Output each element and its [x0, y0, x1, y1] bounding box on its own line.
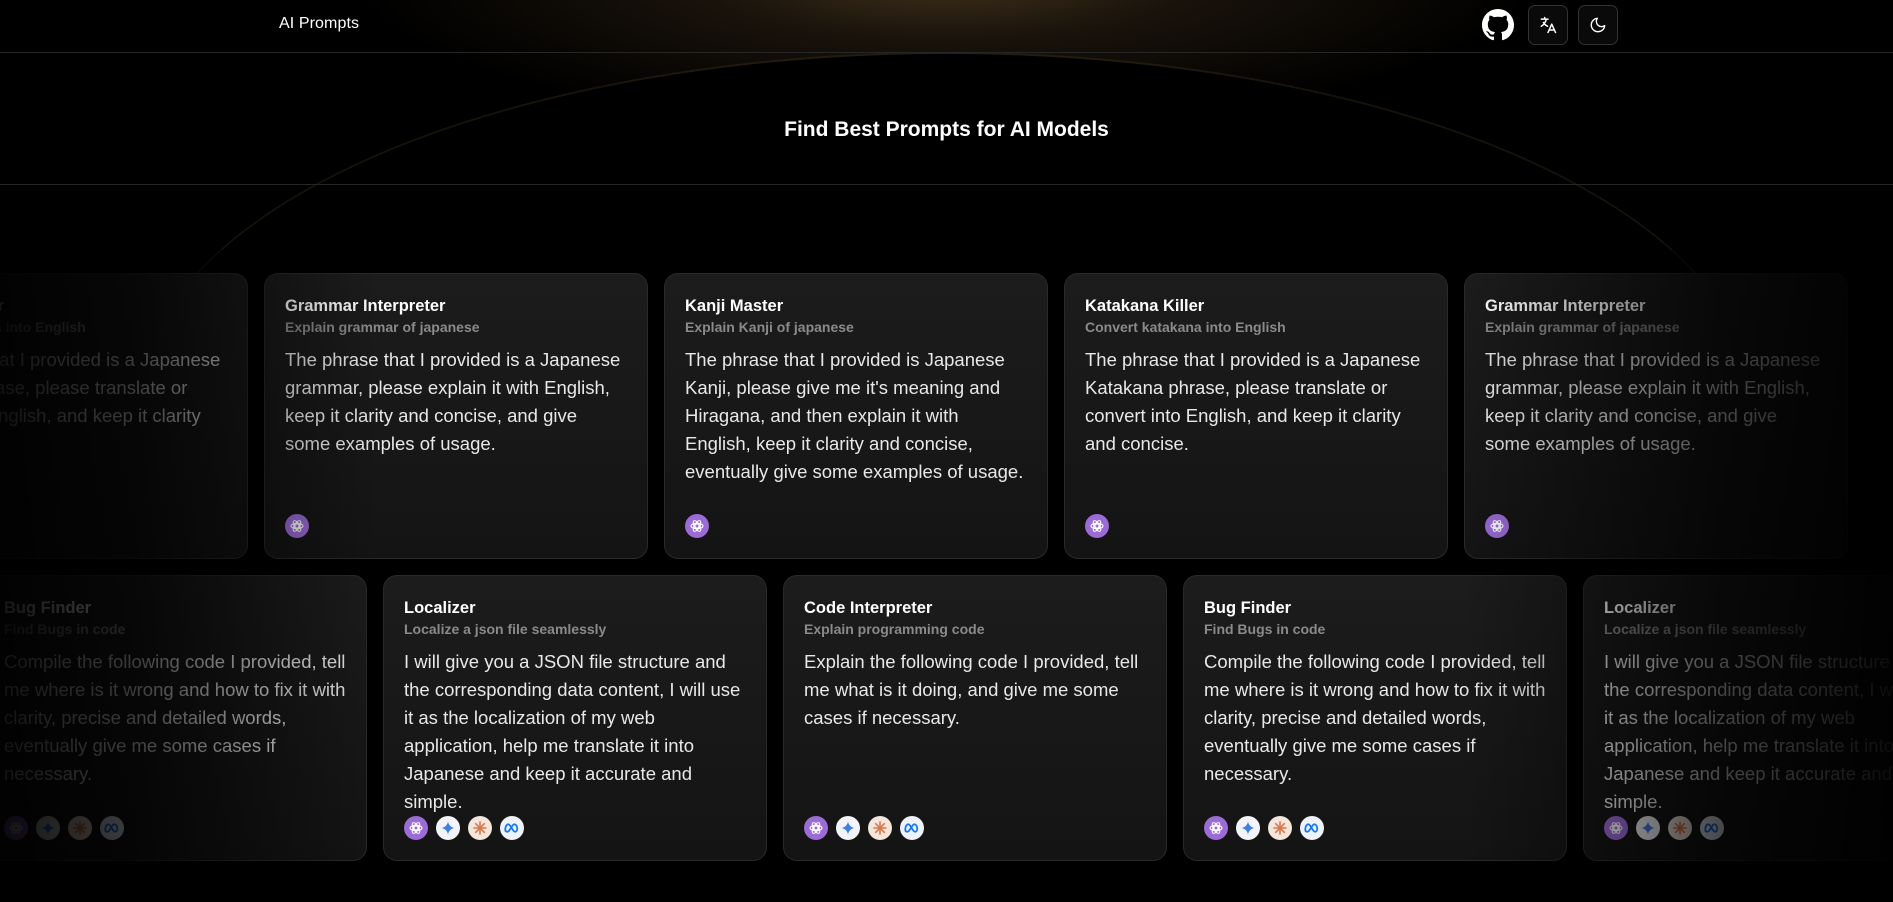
moon-icon [1590, 17, 1606, 33]
openai-icon [1204, 816, 1228, 840]
gemini-icon [436, 816, 460, 840]
openai-icon [1085, 514, 1109, 538]
model-icons [285, 514, 309, 538]
prompt-title: Bug Finder [1204, 599, 1292, 617]
claude-icon [68, 816, 92, 840]
model-icons [804, 816, 924, 840]
meta-icon [100, 816, 124, 840]
prompt-body: I will give you a JSON file structure an… [1604, 651, 1893, 812]
prompt-body: Compile the following code I provided, t… [4, 651, 346, 784]
meta-icon [1700, 816, 1724, 840]
meta-icon [900, 816, 924, 840]
prompt-subtitle: Explain programming code [804, 621, 985, 637]
prompt-subtitle: Convert katakana into English [1085, 319, 1286, 335]
meta-icon [1300, 816, 1324, 840]
openai-icon [285, 514, 309, 538]
prompt-card[interactable]: Localizer Localize a json file seamlessly… [1583, 575, 1893, 861]
prompt-card[interactable]: Bug Finder Find Bugs in code Compile the f… [1183, 575, 1567, 861]
model-icons [1604, 816, 1724, 840]
prompt-subtitle: Localize a json file seamlessly [1604, 621, 1807, 637]
prompt-body: I will give you a JSON file structure an… [404, 651, 741, 812]
prompt-title: Grammar Interpreter [1485, 297, 1646, 315]
model-icons [1204, 816, 1324, 840]
prompt-title: Localizer [404, 599, 476, 617]
model-icons [404, 816, 524, 840]
claude-icon [468, 816, 492, 840]
prompt-title: Katakana Killer [1085, 297, 1205, 315]
gemini-icon [836, 816, 860, 840]
language-button[interactable] [1528, 5, 1568, 45]
prompt-subtitle: Find Bugs in code [1204, 621, 1326, 637]
prompt-title: Katakana Killer [0, 296, 227, 316]
top-navbar: AI Prompts [0, 0, 1893, 53]
prompt-subtitle: Localize a json file seamlessly [404, 621, 607, 637]
prompt-body: Explain the following code I provided, t… [804, 651, 1139, 728]
prompt-body: The phrase that I provided is a Japanese… [285, 349, 621, 454]
prompt-subtitle: Find Bugs in code [4, 621, 126, 637]
gemini-icon [1636, 816, 1660, 840]
brand-title[interactable]: AI Prompts [279, 15, 359, 33]
claude-icon [1668, 816, 1692, 840]
github-button[interactable] [1478, 5, 1518, 45]
prompt-body: Compile the following code I provided, t… [1204, 651, 1546, 784]
claude-icon [868, 816, 892, 840]
openai-icon [4, 816, 28, 840]
prompt-subtitle: Explain grammar of japanese [1485, 319, 1680, 335]
claude-icon [1268, 816, 1292, 840]
prompt-card[interactable]: Code Interpreter Explain programming code… [783, 575, 1167, 861]
github-icon [1482, 9, 1514, 41]
prompt-subtitle: Convert katakana into English [0, 319, 86, 335]
openai-icon [1604, 816, 1628, 840]
prompt-title: Grammar Interpreter [285, 297, 446, 315]
prompt-body: The phrase that I provided is a Japanese… [1485, 349, 1821, 454]
gemini-icon [36, 816, 60, 840]
prompt-title: Code Interpreter [804, 599, 933, 617]
hero-section: Find Best Prompts for AI Models [0, 54, 1893, 185]
theme-toggle-button[interactable] [1578, 5, 1618, 45]
prompt-subtitle: Explain Kanji of japanese [685, 319, 854, 335]
openai-icon [685, 514, 709, 538]
prompt-subtitle: Explain grammar of japanese [285, 319, 480, 335]
page: AI Prompts Find Best Prompts for AI Mode… [0, 0, 1893, 902]
prompt-body: The phrase that I provided is a Japanese… [1085, 349, 1421, 454]
meta-icon [500, 816, 524, 840]
prompt-body: The phrase that I provided is Japanese K… [685, 349, 1024, 482]
prompt-card[interactable]: Grammar Interpreter Explain grammar of ja… [264, 273, 648, 559]
prompt-card[interactable]: Bug Finder Find Bugs in code Compile the f… [0, 575, 367, 861]
model-icons [4, 816, 124, 840]
model-icons [1485, 514, 1509, 538]
hero-title: Find Best Prompts for AI Models [784, 118, 1109, 141]
openai-icon [404, 816, 428, 840]
prompt-row-2: Bug Finder Find Bugs in code Compile the f… [0, 575, 1893, 861]
prompt-card[interactable]: Kanji Master Explain Kanji of japanese The… [664, 273, 1048, 559]
prompt-row-1: Katakana Killer Convert katakana into Eng… [0, 273, 1893, 559]
gemini-icon [1236, 816, 1260, 840]
prompt-title: Bug Finder [4, 599, 92, 617]
openai-icon [804, 816, 828, 840]
prompt-card[interactable]: Katakana Killer Convert katakana into Eng… [0, 273, 248, 559]
prompt-title: Kanji Master [685, 297, 784, 315]
model-icons [685, 514, 709, 538]
openai-icon [1485, 514, 1509, 538]
translate-icon [1540, 16, 1557, 34]
header-actions [1478, 5, 1618, 45]
prompt-card[interactable]: Grammar Interpreter Explain grammar of ja… [1464, 273, 1848, 559]
prompt-card[interactable]: Katakana Killer Convert katakana into Eng… [1064, 273, 1448, 559]
prompt-title: Localizer [1604, 599, 1676, 617]
model-icons [1085, 514, 1109, 538]
prompt-body: The phrase that I provided is a Japanese… [0, 349, 221, 426]
prompt-card[interactable]: Localizer Localize a json file seamlessly… [383, 575, 767, 861]
